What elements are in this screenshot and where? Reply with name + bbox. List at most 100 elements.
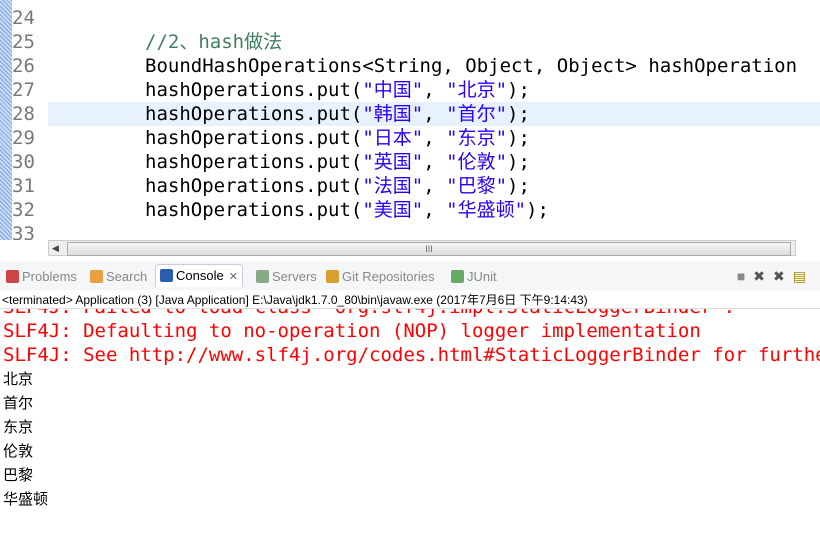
- code-token: hashOperations.put(: [145, 79, 363, 101]
- console-output-line: 首尔: [3, 395, 34, 412]
- code-text: hashOperations.put("日本", "东京");: [145, 126, 530, 150]
- tab-label: Git Repositories: [342, 269, 435, 284]
- code-line[interactable]: 26 BoundHashOperations<String, Object, Ob…: [0, 54, 820, 78]
- string-literal: "首尔": [446, 103, 508, 125]
- code-line[interactable]: 25 //2、hash做法: [0, 30, 820, 54]
- line-number: 27: [12, 79, 35, 101]
- code-token: hashOperations.put(: [145, 199, 363, 221]
- scroll-left-icon[interactable]: ◀: [52, 241, 59, 255]
- tab-label: Console: [176, 268, 224, 283]
- console-output[interactable]: SLF4J: Failed to load class "org.slf4j.i…: [0, 308, 820, 537]
- code-line[interactable]: 33: [0, 222, 820, 240]
- console-output-line: 东京: [3, 419, 34, 436]
- console-output-line: 巴黎: [3, 467, 34, 484]
- code-token: ,: [423, 79, 447, 101]
- view-tabs: Problems Search Console ✕ Servers Git Reposit…: [0, 262, 820, 290]
- code-editor[interactable]: 24 25 //2、hash做法 26 BoundHashOperations<Stri…: [0, 0, 820, 240]
- git-repositories-icon: [326, 270, 339, 283]
- code-token: );: [507, 79, 530, 101]
- console-output-line: 北京: [3, 371, 34, 388]
- line-number: 26: [12, 55, 35, 77]
- code-line[interactable]: 27 hashOperations.put("中国", "北京");: [0, 78, 820, 102]
- line-number: 25: [12, 31, 35, 53]
- console-error-line: SLF4J: Defaulting to no-operation (NOP) …: [3, 320, 701, 342]
- tab-problems[interactable]: Problems: [2, 266, 81, 288]
- remove-all-icon[interactable]: ✖: [773, 268, 793, 284]
- code-line[interactable]: 28 hashOperations.put("韩国", "首尔");: [12, 102, 820, 126]
- string-literal: "美国": [362, 199, 424, 221]
- close-icon[interactable]: ✕: [229, 271, 238, 283]
- junit-icon: [451, 270, 464, 283]
- console-status: <terminated> Application (3) [Java Appli…: [2, 293, 588, 307]
- string-literal: "东京": [446, 127, 508, 149]
- console-output-line: 华盛顿: [3, 491, 49, 508]
- code-token: hashOperations.put(: [145, 151, 363, 173]
- line-number: 30: [12, 151, 35, 173]
- tab-git-repositories[interactable]: Git Repositories: [322, 266, 438, 288]
- problems-icon: [6, 270, 19, 283]
- tab-label: JUnit: [467, 269, 497, 284]
- tab-label: Search: [106, 269, 148, 284]
- code-text: //2、hash做法: [145, 30, 282, 54]
- code-text: BoundHashOperations<String, Object, Obje…: [145, 54, 797, 78]
- code-line[interactable]: 29 hashOperations.put("日本", "东京");: [0, 126, 820, 150]
- string-literal: "日本": [362, 127, 424, 149]
- string-literal: "巴黎": [446, 175, 508, 197]
- code-token: );: [507, 103, 530, 125]
- tab-servers[interactable]: Servers: [252, 266, 321, 288]
- tab-console[interactable]: Console ✕: [155, 264, 243, 287]
- tab-search[interactable]: Search: [86, 266, 151, 288]
- code-token: ,: [423, 175, 447, 197]
- code-text: hashOperations.put("中国", "北京");: [145, 78, 530, 102]
- code-token: ,: [423, 151, 447, 173]
- tab-label: Servers: [272, 269, 317, 284]
- string-literal: "伦敦": [446, 151, 508, 173]
- console-error-line: SLF4J: See http://www.slf4j.org/codes.ht…: [3, 344, 820, 366]
- string-literal: "华盛顿": [446, 199, 527, 221]
- pin-icon[interactable]: ▤: [793, 268, 814, 284]
- string-literal: "英国": [362, 151, 424, 173]
- string-literal: "中国": [362, 79, 424, 101]
- code-line[interactable]: 24: [0, 6, 820, 30]
- code-line[interactable]: 32 hashOperations.put("美国", "华盛顿");: [0, 198, 820, 222]
- code-token: ,: [423, 127, 447, 149]
- code-token: ,: [423, 103, 447, 125]
- code-token: hashOperations.put(: [145, 175, 363, 197]
- line-number: 31: [12, 175, 35, 197]
- code-text: hashOperations.put("韩国", "首尔");: [145, 102, 530, 126]
- horizontal-scrollbar[interactable]: ◀ III: [48, 240, 796, 256]
- console-output-line: 伦敦: [3, 443, 34, 460]
- scroll-thumb[interactable]: III: [67, 242, 791, 256]
- line-number: 29: [12, 127, 35, 149]
- line-number: 32: [12, 199, 35, 221]
- code-token: );: [507, 151, 530, 173]
- tab-junit[interactable]: JUnit: [447, 266, 501, 288]
- terminate-icon[interactable]: ■: [737, 268, 753, 284]
- console-toolbar: ■✖✖▤: [737, 268, 814, 285]
- code-token: hashOperations.put(: [145, 127, 363, 149]
- line-number: 33: [12, 223, 35, 240]
- string-literal: "韩国": [362, 103, 424, 125]
- code-token: ,: [423, 199, 447, 221]
- code-text: hashOperations.put("美国", "华盛顿");: [145, 198, 549, 222]
- code-token: );: [526, 199, 549, 221]
- code-token: );: [507, 175, 530, 197]
- code-text: hashOperations.put("英国", "伦敦");: [145, 150, 530, 174]
- code-line[interactable]: 30 hashOperations.put("英国", "伦敦");: [0, 150, 820, 174]
- search-icon: [90, 270, 103, 283]
- code-token: hashOperations.put(: [145, 103, 363, 125]
- line-number: 24: [12, 7, 35, 29]
- line-number: 28: [12, 103, 35, 125]
- remove-launch-icon[interactable]: ✖: [753, 268, 773, 284]
- code-line[interactable]: 31 hashOperations.put("法国", "巴黎");: [0, 174, 820, 198]
- comment: //2、hash做法: [145, 31, 283, 53]
- code-token: );: [507, 127, 530, 149]
- tab-label: Problems: [22, 269, 77, 284]
- string-literal: "北京": [446, 79, 508, 101]
- string-literal: "法国": [362, 175, 424, 197]
- servers-icon: [256, 270, 269, 283]
- code-text: hashOperations.put("法国", "巴黎");: [145, 174, 530, 198]
- code-token: BoundHashOperations<String, Object, Obje…: [145, 55, 798, 77]
- console-error-line: SLF4J: Failed to load class "org.slf4j.i…: [3, 309, 735, 319]
- console-icon: [160, 269, 173, 282]
